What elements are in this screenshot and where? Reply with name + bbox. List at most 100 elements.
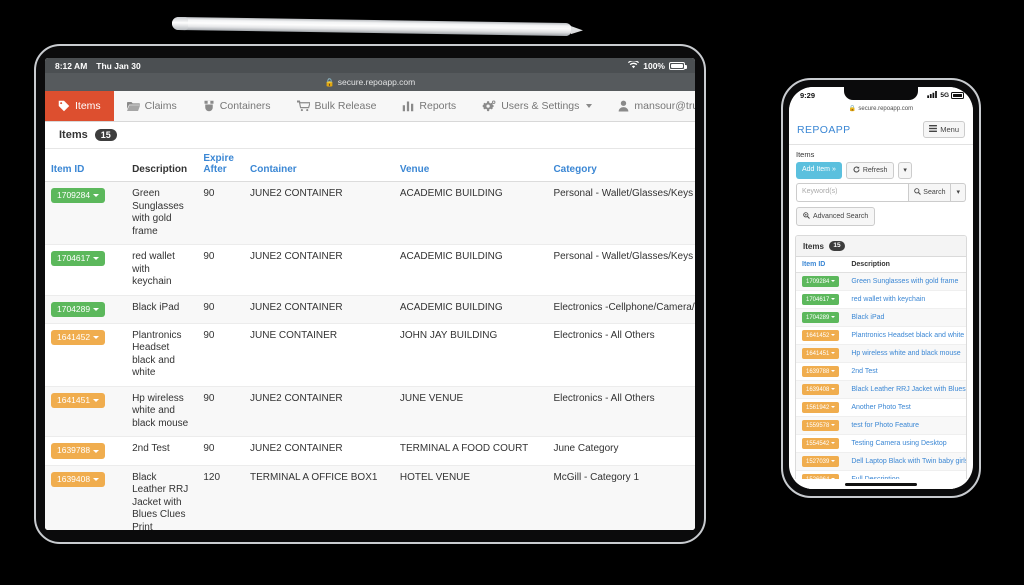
browser-url-bar[interactable]: 🔒 secure.repoapp.com <box>45 73 695 91</box>
col-item-id[interactable]: Item ID <box>45 149 127 182</box>
item-id-button[interactable]: 1527039 <box>802 456 840 468</box>
item-id-button[interactable]: 1704617 <box>45 244 127 296</box>
phone-table-row[interactable]: 1554542 Testing Camera using Desktop <box>796 434 966 454</box>
phone-cell-item-id[interactable]: 1639788 <box>796 362 846 382</box>
col-category[interactable]: Category <box>547 149 695 182</box>
search-button[interactable]: Search <box>908 183 952 202</box>
item-id-button[interactable]: 1641452 <box>51 329 106 346</box>
table-row[interactable]: 1704289 Black iPad 90 JUNE2 CONTAINER ACADEM… <box>45 295 695 324</box>
phone-table-row[interactable]: 1704289 Black iPad <box>796 308 966 328</box>
col-expire-after[interactable]: Expire After <box>197 149 244 182</box>
phone-cell-item-id[interactable]: 1527039 <box>796 452 846 472</box>
nav-item-items[interactable]: Items <box>45 91 114 121</box>
table-row[interactable]: 1704617 red wallet with keychain 90 JUNE2 C… <box>45 244 695 296</box>
phone-cell-description[interactable]: red wallet with keychain <box>845 290 966 310</box>
item-id-button[interactable]: 1704617 <box>802 294 840 306</box>
col-description[interactable]: Description <box>126 149 198 182</box>
nav-item-user-account[interactable]: mansour@truemetrics.com <box>605 91 695 121</box>
phone-cell-item-id[interactable]: 1704617 <box>796 290 846 310</box>
home-indicator[interactable] <box>845 482 917 486</box>
phone-cell-description[interactable]: Another Photo Test <box>845 398 966 418</box>
phone-table-row[interactable]: 1704617 red wallet with keychain <box>796 290 966 310</box>
cell-description[interactable]: Black iPad <box>126 295 198 324</box>
item-id-button[interactable]: 1709284 <box>45 181 127 245</box>
item-id-button[interactable]: 1559578 <box>802 420 840 432</box>
phone-url-bar[interactable]: 🔒 secure.repoapp.com <box>789 102 973 115</box>
items-table-scroll[interactable]: Item ID Description Expire After Contain… <box>45 149 695 530</box>
phone-cell-item-id[interactable]: 1559578 <box>796 416 846 436</box>
item-id-button[interactable]: 1641451 <box>802 348 840 360</box>
search-dropdown-button[interactable]: ▾ <box>951 183 966 202</box>
item-id-button[interactable]: 1639788 <box>51 443 106 459</box>
phone-cell-item-id[interactable]: 1561942 <box>796 398 846 418</box>
phone-cell-description[interactable]: test for Photo Feature <box>845 416 966 436</box>
table-row[interactable]: 1641452 Plantronics Headset black and whi… <box>45 323 695 387</box>
cell-description[interactable]: 2nd Test <box>126 436 198 466</box>
phone-table-row[interactable]: 1527039 Dell Laptop Black with Twin baby … <box>796 452 966 472</box>
table-row[interactable]: 1641451 Hp wireless white and black mouse… <box>45 386 695 438</box>
nav-item-claims[interactable]: Claims <box>114 91 190 121</box>
keyword-input[interactable]: Keyword(s) <box>796 183 909 202</box>
item-id-button[interactable]: 1709284 <box>802 276 840 288</box>
phone-cell-description[interactable]: Black iPad <box>845 308 966 328</box>
add-item-button[interactable]: Add Item » <box>796 162 842 179</box>
app-brand-logo[interactable]: REPOAPP <box>797 124 851 136</box>
phone-col-item-id[interactable]: Item ID <box>796 257 846 274</box>
item-id-button[interactable]: 1704617 <box>51 251 106 267</box>
phone-table-row[interactable]: 1709284 Green Sunglasses with gold frame <box>796 272 966 292</box>
nav-item-users-settings[interactable]: Users & Settings <box>469 91 605 121</box>
phone-col-description[interactable]: Description <box>845 257 966 274</box>
phone-cell-description[interactable]: 2nd Test <box>845 362 966 382</box>
item-id-button[interactable]: 1709284 <box>51 188 106 204</box>
table-row[interactable]: 1639788 2nd Test 90 JUNE2 CONTAINER TERMINAL… <box>45 436 695 466</box>
menu-button[interactable]: Menu <box>923 121 965 138</box>
cell-description[interactable]: Plantronics Headset black and white <box>126 323 198 387</box>
item-id-button[interactable]: 1641451 <box>51 392 106 409</box>
phone-table-row[interactable]: 1639788 2nd Test <box>796 362 966 382</box>
phone-cell-item-id[interactable]: 1704289 <box>796 308 846 328</box>
cell-description[interactable]: red wallet with keychain <box>126 244 198 296</box>
item-id-button[interactable]: 1639788 <box>802 366 840 378</box>
item-id-button[interactable]: 1639408 <box>51 471 106 488</box>
item-id-button[interactable]: 1704289 <box>51 301 106 317</box>
refresh-button[interactable]: Refresh <box>845 162 895 179</box>
item-id-button[interactable]: 1639788 <box>45 436 127 466</box>
phone-cell-description[interactable]: Green Sunglasses with gold frame <box>845 272 966 292</box>
nav-item-reports[interactable]: Reports <box>389 91 469 121</box>
refresh-dropdown-button[interactable]: ▾ <box>898 162 912 179</box>
item-id-button[interactable]: 1639408 <box>45 465 127 530</box>
phone-cell-item-id[interactable]: 1641452 <box>796 326 846 346</box>
phone-cell-description[interactable]: Black Leather RRJ Jacket with Blues Clue… <box>845 380 966 400</box>
col-container[interactable]: Container <box>244 149 394 182</box>
item-id-button[interactable]: 1554542 <box>802 438 840 450</box>
cell-description[interactable]: Hp wireless white and black mouse <box>126 386 198 438</box>
col-venue[interactable]: Venue <box>393 149 548 182</box>
item-id-button[interactable]: 1641452 <box>802 330 840 342</box>
phone-table-row[interactable]: 1559578 test for Photo Feature <box>796 416 966 436</box>
phone-table-row[interactable]: 1639408 Black Leather RRJ Jacket with Blu… <box>796 380 966 400</box>
table-row[interactable]: 1709284 Green Sunglasses with gold frame 9… <box>45 181 695 245</box>
phone-cell-description[interactable]: Hp wireless white and black mouse <box>845 344 966 364</box>
phone-cell-item-id[interactable]: 1641451 <box>796 344 846 364</box>
phone-cell-item-id[interactable]: 1554542 <box>796 434 846 454</box>
item-id-button[interactable]: 1704289 <box>802 312 840 324</box>
table-row[interactable]: 1639408 Black Leather RRJ Jacket with Blu… <box>45 465 695 530</box>
item-id-button[interactable]: 1561942 <box>802 402 840 414</box>
phone-table-row[interactable]: 1641452 Plantronics Headset black and whi… <box>796 326 966 346</box>
item-id-button[interactable]: 1639408 <box>802 384 840 396</box>
cell-description[interactable]: Green Sunglasses with gold frame <box>126 181 198 245</box>
nav-item-containers[interactable]: Containers <box>190 91 284 121</box>
item-id-button[interactable]: 1641452 <box>45 323 127 387</box>
advanced-search-button[interactable]: Advanced Search <box>796 207 876 226</box>
phone-cell-description[interactable]: Testing Camera using Desktop <box>845 434 966 454</box>
phone-table-row[interactable]: 1641451 Hp wireless white and black mouse <box>796 344 966 364</box>
phone-cell-item-id[interactable]: 1709284 <box>796 272 846 292</box>
cell-description[interactable]: Black Leather RRJ Jacket with Blues Clue… <box>126 465 198 530</box>
phone-table-row[interactable]: 1561942 Another Photo Test <box>796 398 966 418</box>
phone-cell-description[interactable]: Dell Laptop Black with Twin baby girls a… <box>845 452 966 472</box>
phone-cell-item-id[interactable]: 1639408 <box>796 380 846 400</box>
nav-item-bulk-release[interactable]: Bulk Release <box>284 91 390 121</box>
phone-cell-description[interactable]: Plantronics Headset black and white <box>845 326 966 346</box>
item-id-button[interactable]: 1704289 <box>45 295 127 324</box>
item-id-button[interactable]: 1641451 <box>45 386 127 438</box>
